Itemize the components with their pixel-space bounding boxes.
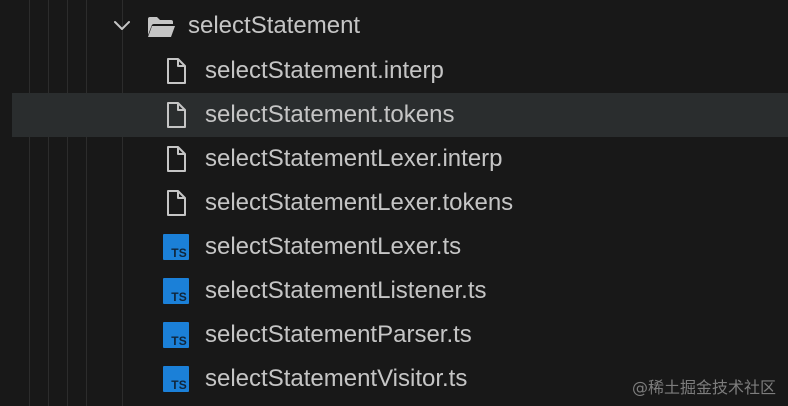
folder-label: selectStatement xyxy=(188,12,361,39)
file-label: selectStatement.interp xyxy=(205,57,444,84)
file-label: selectStatementParser.ts xyxy=(205,321,472,348)
file-row[interactable]: selectStatementLexer.interp xyxy=(0,137,788,181)
file-icon xyxy=(167,146,186,172)
folder-open-icon xyxy=(148,17,175,37)
file-row[interactable]: selectStatementLexer.tokens xyxy=(0,181,788,225)
file-row[interactable]: selectStatement.interp xyxy=(0,49,788,93)
watermark: @稀土掘金技术社区 xyxy=(631,378,776,397)
file-label: selectStatementListener.ts xyxy=(205,277,487,304)
file-label: selectStatementLexer.ts xyxy=(205,233,462,260)
file-row[interactable]: selectStatement.tokens xyxy=(12,93,788,137)
file-label: selectStatementVisitor.ts xyxy=(205,365,468,392)
file-label: selectStatementLexer.interp xyxy=(205,145,503,172)
typescript-icon: TS xyxy=(163,278,189,304)
ts-icon-text: TS xyxy=(171,290,187,304)
ts-icon-text: TS xyxy=(171,334,187,348)
folder-row-selectStatement[interactable]: selectStatement xyxy=(0,4,788,48)
file-icon xyxy=(167,58,186,84)
file-row[interactable]: TS selectStatementLexer.ts xyxy=(0,225,788,269)
typescript-icon: TS xyxy=(163,322,189,348)
file-label: selectStatementLexer.tokens xyxy=(205,189,514,216)
file-row[interactable]: TS selectStatementParser.ts xyxy=(0,313,788,357)
chevron-down-icon[interactable] xyxy=(112,16,132,36)
file-label: selectStatement.tokens xyxy=(205,101,455,128)
file-icon xyxy=(167,190,186,216)
typescript-icon: TS xyxy=(163,234,189,260)
typescript-icon: TS xyxy=(163,366,189,392)
file-icon xyxy=(167,102,186,128)
file-row[interactable]: TS selectStatementListener.ts xyxy=(0,269,788,313)
ts-icon-text: TS xyxy=(171,378,187,392)
ts-icon-text: TS xyxy=(171,246,187,260)
file-explorer: selectStatement selectStatement.interp se… xyxy=(0,0,788,406)
